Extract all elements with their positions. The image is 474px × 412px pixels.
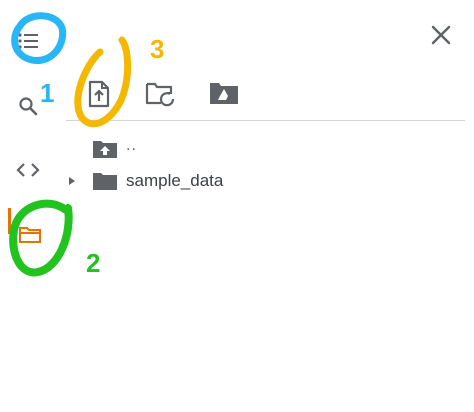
annotation-circle-yellow (74, 36, 132, 128)
annotation-number-1: 1 (40, 78, 55, 108)
annotation-number-2: 2 (86, 248, 101, 278)
annotation-circle-green (9, 199, 73, 277)
annotation-number-3: 3 (150, 34, 165, 64)
annotation-circle-blue (11, 12, 67, 64)
annotation-marks (9, 12, 132, 277)
